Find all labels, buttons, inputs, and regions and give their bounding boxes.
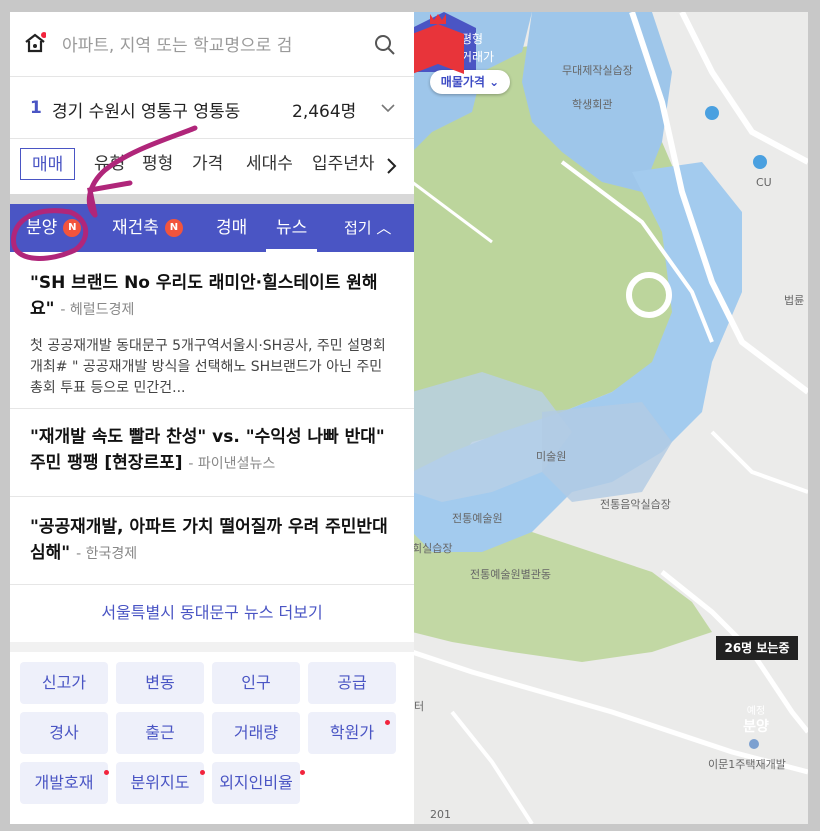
annotation-overlay (11, 125, 198, 261)
